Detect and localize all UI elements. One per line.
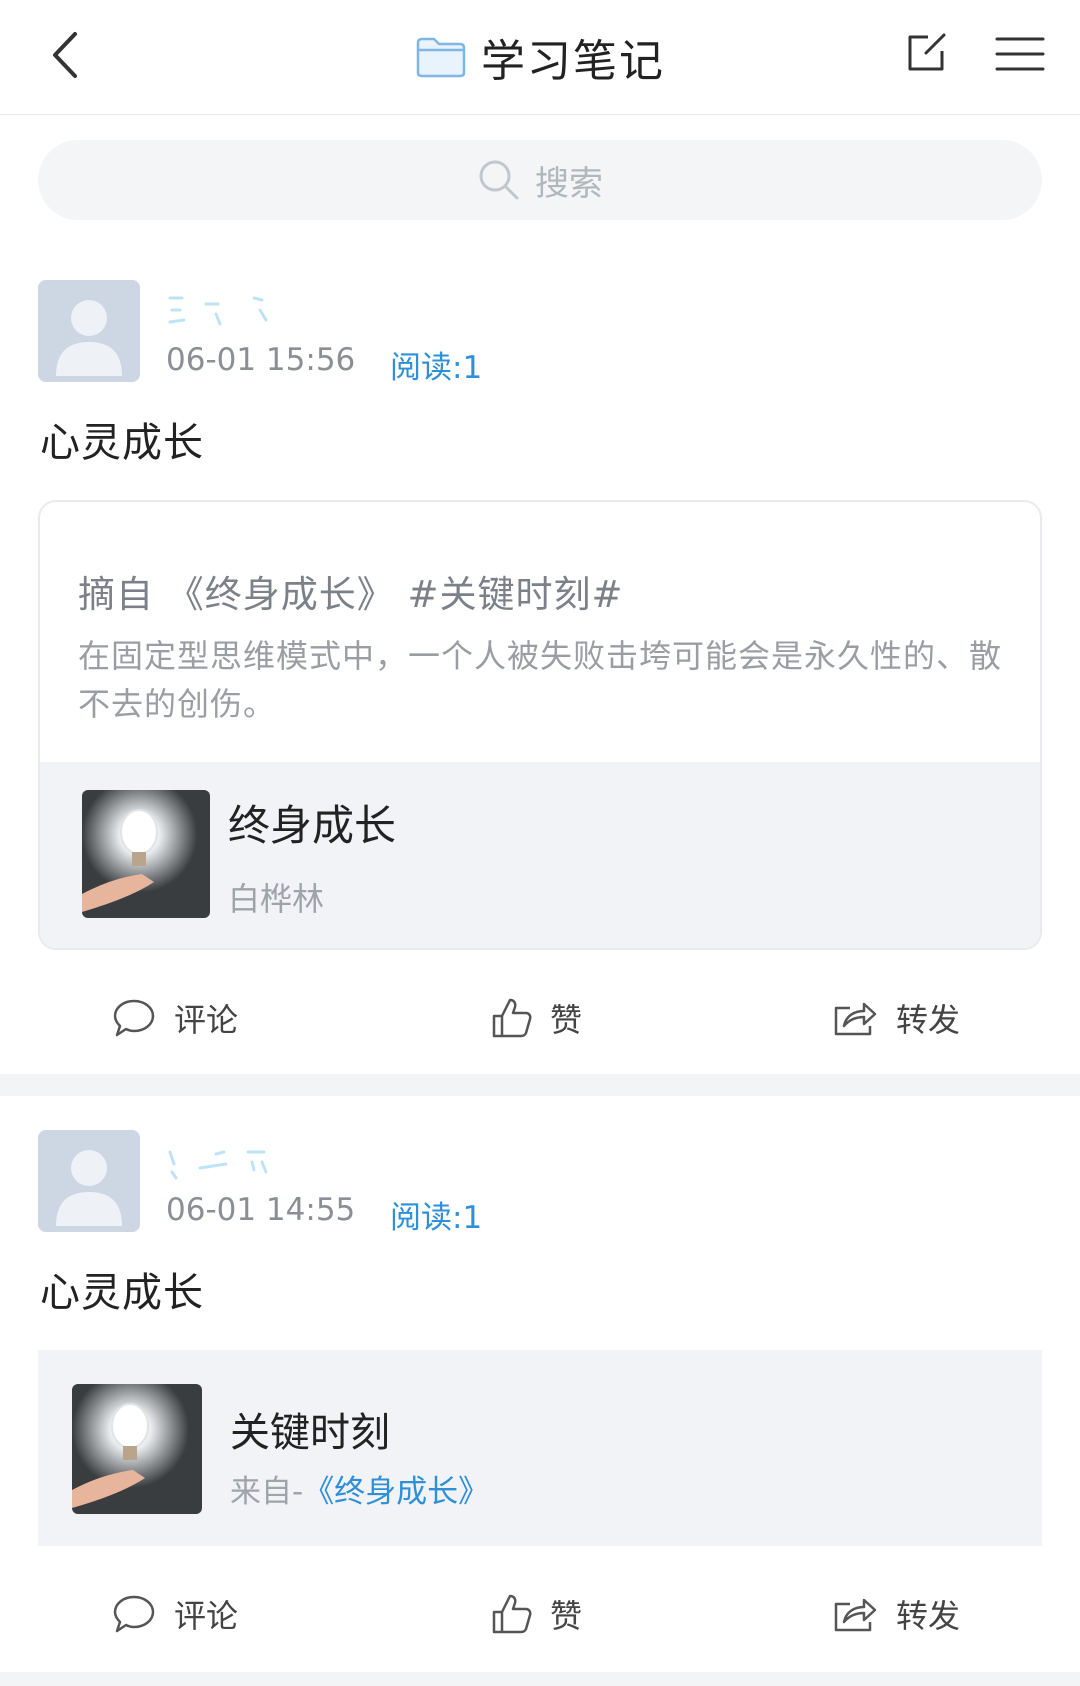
avatar[interactable] — [38, 280, 140, 382]
excerpt-card[interactable]: 摘自 《终身成长》 #关键时刻# 在固定型思维模式中，一个人被失败击垮可能会是永… — [38, 500, 1042, 950]
book-cover-image — [72, 1384, 202, 1514]
post-title[interactable]: 心灵成长 — [40, 410, 204, 468]
excerpt-text: 在固定型思维模式中，一个人被失败击垮可能会是永久性的、散不去的创伤。 — [78, 637, 1003, 723]
share-button[interactable]: 转发 — [832, 978, 960, 1058]
menu-button[interactable] — [990, 24, 1050, 84]
folder-icon — [416, 37, 466, 78]
like-label: 赞 — [550, 1001, 583, 1039]
comment-icon — [113, 999, 155, 1037]
action-bar: 评论 赞 转发 — [0, 1574, 1080, 1654]
read-count: 阅读:1 — [390, 350, 483, 386]
like-button[interactable]: 赞 — [490, 1574, 582, 1654]
user-placeholder-icon — [38, 1130, 140, 1232]
action-bar: 评论 赞 转发 — [0, 978, 1080, 1058]
top-bar: 学习笔记 — [0, 0, 1080, 115]
post-divider — [0, 1672, 1080, 1686]
post-divider — [0, 1074, 1080, 1096]
book-author: 白桦林 — [228, 880, 325, 918]
share-icon — [834, 1002, 877, 1036]
search-input[interactable]: 搜索 — [38, 140, 1042, 220]
book-card[interactable]: 终身成长 白桦林 — [40, 762, 1040, 948]
chapter-title: 关键时刻 — [230, 1410, 390, 1456]
like-button[interactable]: 赞 — [490, 978, 582, 1058]
read-count: 阅读:1 — [390, 1200, 483, 1236]
share-icon — [834, 1598, 877, 1632]
edit-icon — [908, 33, 946, 71]
source-prefix: 来自- — [230, 1474, 304, 1510]
excerpt-heading: 摘自 《终身成长》 #关键时刻# — [78, 573, 624, 616]
note-post: 06-01 15:56 阅读:1 心灵成长 摘自 《终身成长》 #关键时刻# 在… — [0, 260, 1080, 1070]
note-post: 06-01 14:55 阅读:1 心灵成长 关键时刻 来自-《终身成长》 评论 … — [0, 1110, 1080, 1686]
search-icon — [479, 160, 519, 200]
comment-button[interactable]: 评论 — [112, 978, 238, 1058]
book-title: 终身成长 — [228, 801, 397, 850]
comment-button[interactable]: 评论 — [112, 1574, 238, 1654]
thumbs-up-icon — [492, 1594, 532, 1634]
post-title[interactable]: 心灵成长 — [40, 1260, 204, 1318]
user-placeholder-icon — [38, 280, 140, 382]
comment-label: 评论 — [174, 1001, 239, 1039]
comment-label: 评论 — [174, 1597, 239, 1635]
menu-icon — [995, 37, 1045, 71]
post-time: 06-01 14:55 — [166, 1192, 356, 1228]
chapter-card[interactable]: 关键时刻 来自-《终身成长》 — [38, 1350, 1042, 1546]
page-title: 学习笔记 — [481, 36, 665, 87]
username-redacted[interactable] — [166, 1144, 276, 1184]
chapter-source: 来自-《终身成长》 — [230, 1466, 489, 1511]
share-label: 转发 — [896, 1597, 961, 1635]
share-button[interactable]: 转发 — [832, 1574, 960, 1654]
edit-button[interactable] — [895, 20, 957, 86]
like-label: 赞 — [550, 1597, 583, 1635]
avatar[interactable] — [38, 1130, 140, 1232]
comment-icon — [113, 1595, 155, 1633]
thumbs-up-icon — [492, 998, 532, 1038]
post-time: 06-01 15:56 — [166, 342, 356, 378]
source-book-link[interactable]: 《终身成长》 — [303, 1474, 489, 1510]
share-label: 转发 — [896, 1001, 961, 1039]
book-cover-image — [82, 790, 210, 918]
search-placeholder: 搜索 — [535, 163, 603, 204]
username-redacted[interactable] — [166, 290, 276, 330]
